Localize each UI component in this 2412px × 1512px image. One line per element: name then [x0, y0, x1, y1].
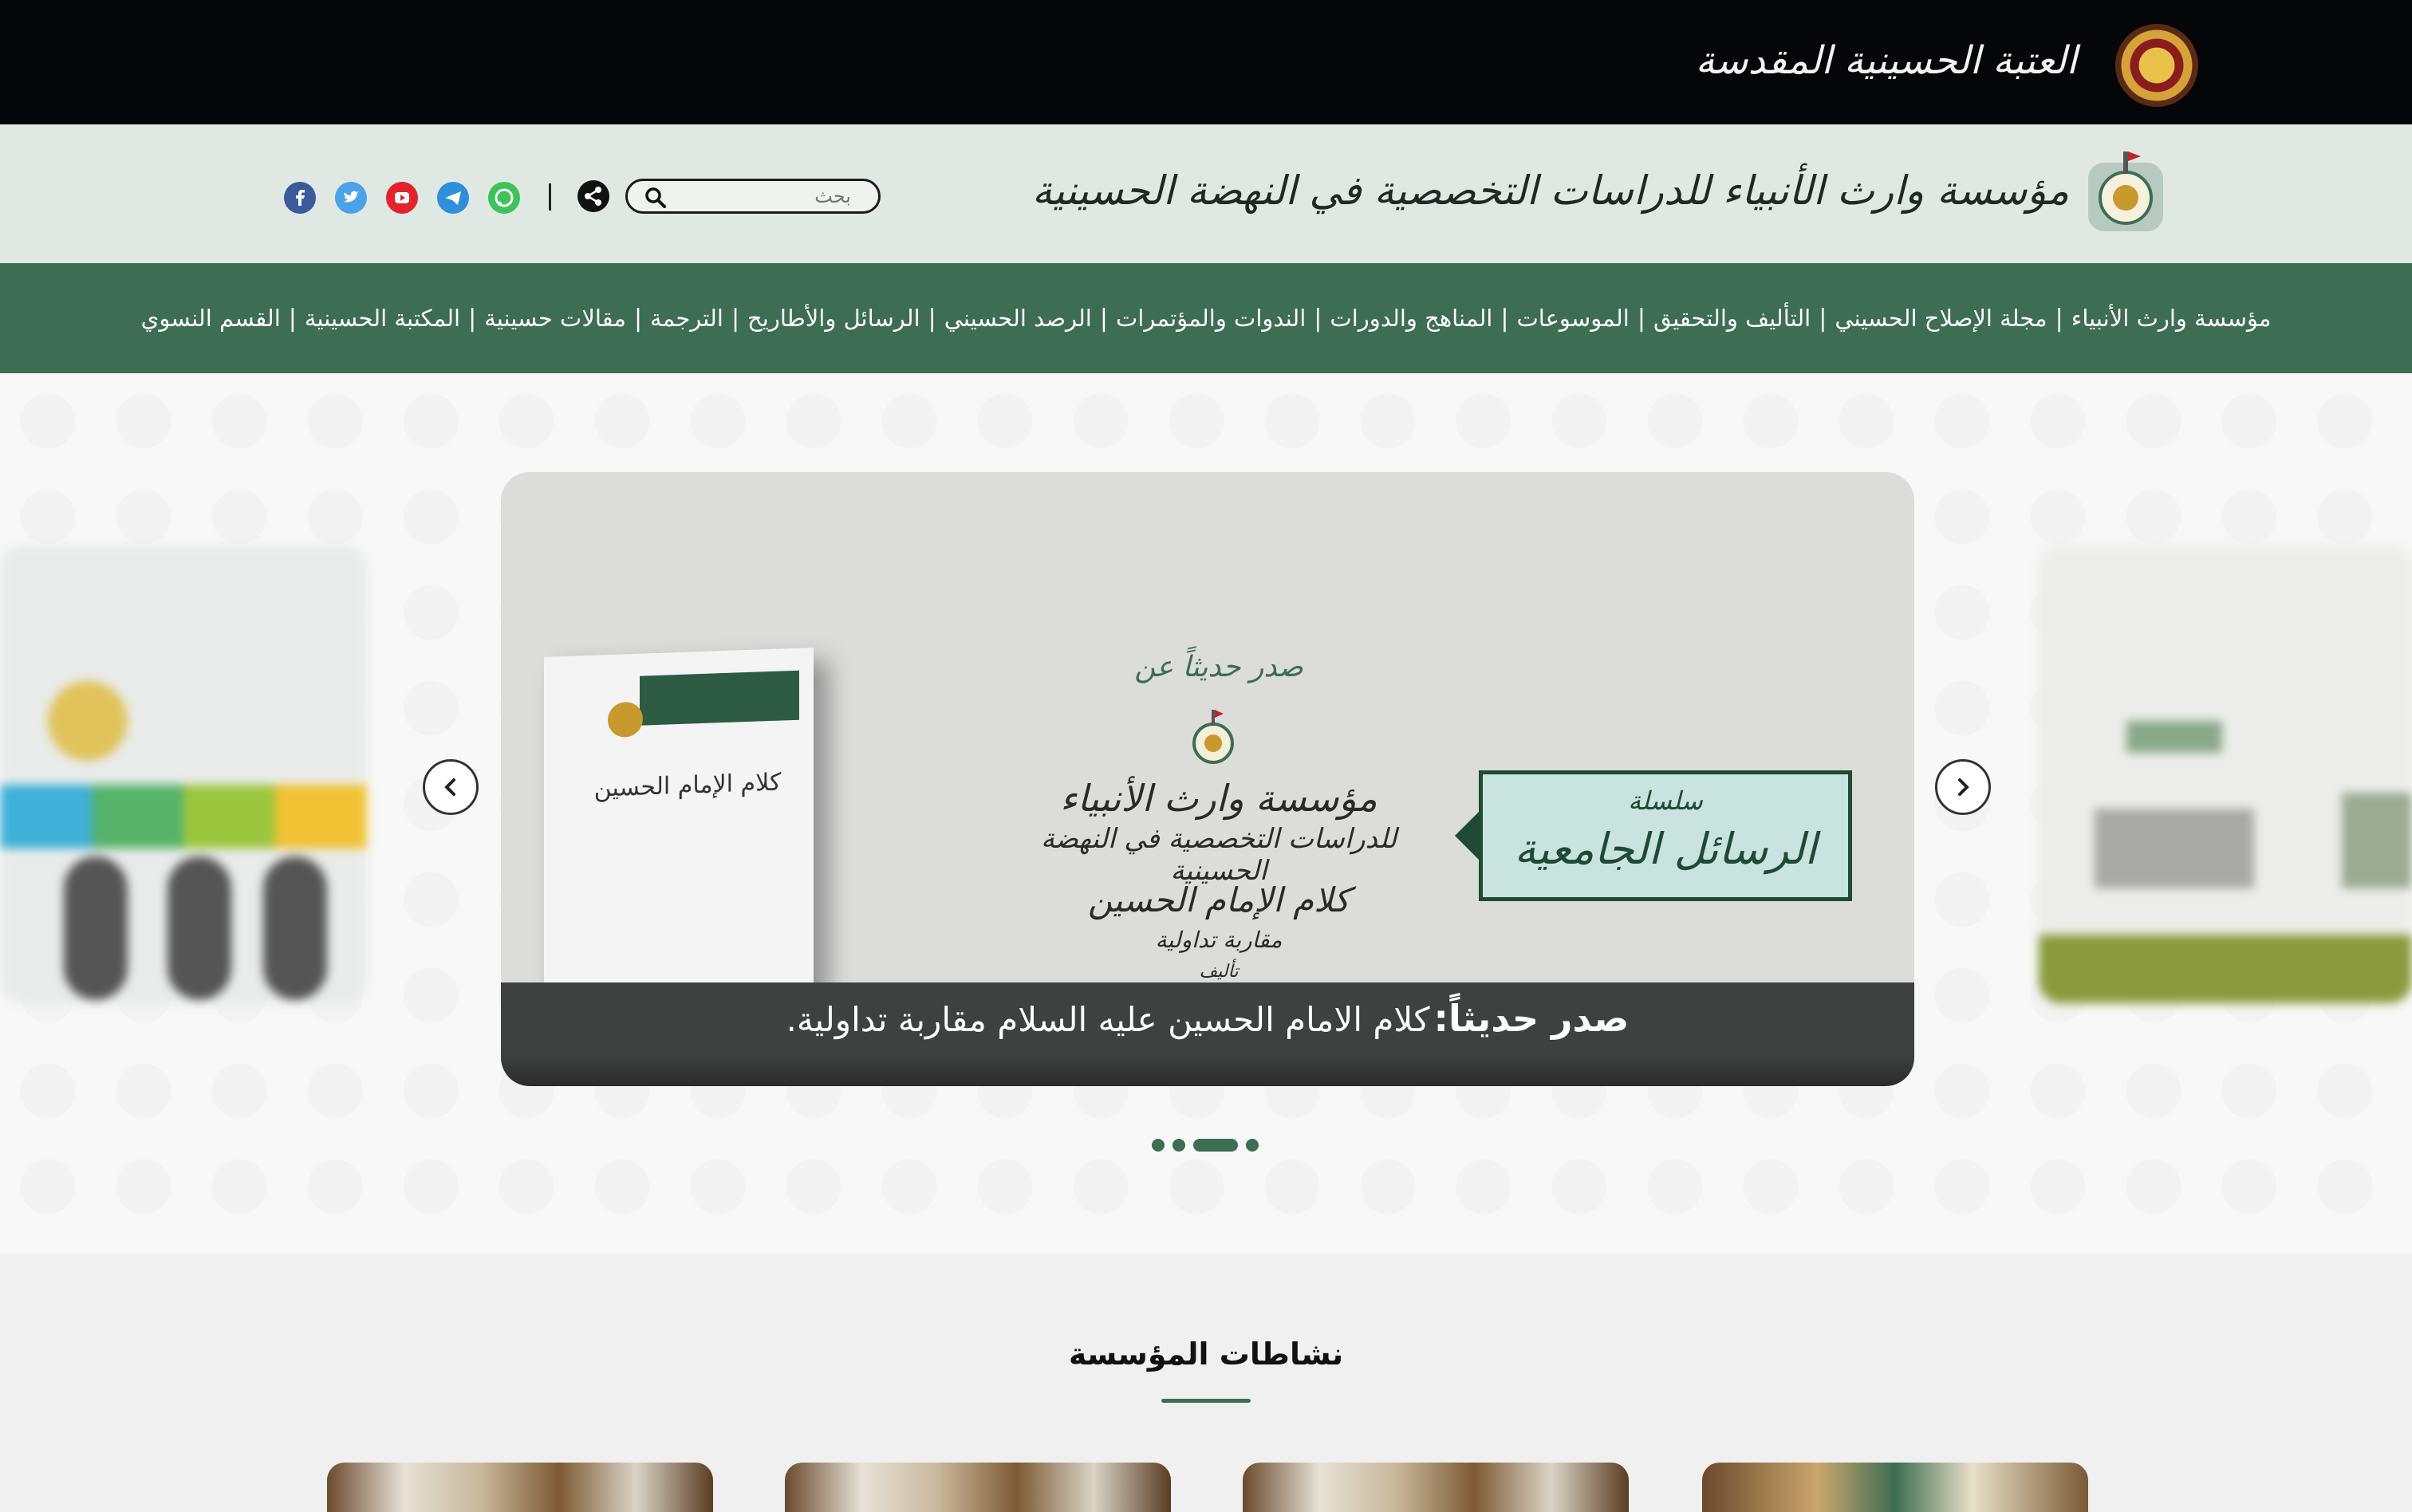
slide-book-title: كلام الإمام الحسين [1087, 880, 1350, 919]
nav-separator: | [1819, 304, 1827, 333]
slide-caption[interactable]: صدر حديثاً: كلام الامام الحسين عليه السل… [501, 982, 1914, 1086]
institution-logo[interactable] [2082, 147, 2170, 238]
slide-book-subtitle: مقاربة تداولية [1155, 927, 1283, 953]
nav-separator: | [1314, 304, 1322, 333]
activity-thumbnail[interactable] [785, 1463, 1171, 1512]
whatsapp-icon[interactable] [488, 182, 520, 214]
shrine-logo[interactable] [2115, 24, 2198, 107]
activities-title-underline [1161, 1399, 1251, 1403]
search-input[interactable] [676, 184, 851, 208]
activity-thumbnail[interactable] [1243, 1463, 1629, 1512]
slide-institution-line2: للدراسات التخصصية في النهضة الحسينية [1040, 823, 1397, 887]
nav-separator: | [468, 304, 477, 333]
activity-thumbnail[interactable] [1702, 1463, 2088, 1512]
slider-pagination [1152, 1137, 1259, 1153]
nav-separator: | [2055, 304, 2063, 333]
slider-dot-active[interactable] [1193, 1139, 1238, 1152]
search-icon[interactable] [644, 186, 668, 210]
nav-item-authoring[interactable]: التأليف والتحقيق [1649, 305, 1815, 332]
telegram-icon[interactable] [437, 182, 469, 214]
nav-separator: | [288, 304, 297, 333]
nav-item-library[interactable]: المكتبة الحسينية [300, 305, 465, 332]
institution-name[interactable]: مؤسسة وارث الأنبياء للدراسات التخصصية في… [1032, 167, 2071, 214]
book-cover-title: كلام الإمام الحسين [593, 768, 782, 803]
nav-item-theses[interactable]: الرسائل والأطاريح [743, 305, 925, 332]
site-header: مؤسسة وارث الأنبياء للدراسات التخصصية في… [0, 124, 2412, 263]
slide-author-label: تأليف [1199, 962, 1239, 982]
nav-separator: | [928, 304, 936, 333]
issued-from-text: صدر حديثاً عن [1134, 651, 1303, 683]
nav-separator: | [1099, 304, 1108, 333]
series-box: سلسلة الرسائل الجامعية [1479, 770, 1852, 901]
slider-dot[interactable] [1152, 1139, 1165, 1152]
header-divider [549, 183, 551, 211]
chevron-right-icon[interactable] [1935, 759, 1991, 815]
nav-item-articles[interactable]: مقالات حسينية [479, 305, 631, 332]
hero-slider: كلام الإمام الحسين صدر حديثاً عن مؤسسة و… [0, 373, 2412, 1254]
youtube-icon[interactable] [386, 182, 418, 214]
slide-next-preview[interactable] [2039, 545, 2412, 1003]
activities-title: نشاطات المؤسسة [1068, 1337, 1344, 1372]
nav-separator: | [731, 304, 740, 333]
slide-caption-bold: صدر حديثاً: [1433, 997, 1630, 1040]
nav-separator: | [1637, 304, 1645, 333]
slider-dot[interactable] [1246, 1139, 1259, 1152]
nav-separator: | [1500, 304, 1509, 333]
nav-item-conferences[interactable]: الندوات والمؤتمرات [1111, 305, 1310, 332]
slide-caption-text: كلام الامام الحسين عليه السلام مقاربة تد… [786, 1000, 1430, 1039]
nav-item-encyclopedias[interactable]: الموسوعات [1511, 305, 1634, 332]
slide-institution-logo [1192, 710, 1234, 764]
nav-item-monitoring[interactable]: الرصد الحسيني [940, 305, 1097, 332]
nav-item-curricula[interactable]: المناهج والدورات [1325, 305, 1497, 332]
nav-item-magazine[interactable]: مجلة الإصلاح الحسيني [1830, 305, 2051, 332]
main-nav: مؤسسة وارث الأنبياء | مجلة الإصلاح الحسي… [0, 263, 2412, 373]
chevron-left-icon[interactable] [423, 759, 479, 815]
series-name: الرسائل الجامعية [1514, 824, 1817, 874]
facebook-icon[interactable] [284, 182, 316, 214]
slide-prev-preview[interactable] [0, 545, 367, 1003]
nav-item-translation[interactable]: الترجمة [645, 305, 728, 332]
twitter-icon[interactable] [335, 182, 367, 214]
series-box-pointer [1455, 812, 1479, 860]
activities-section: نشاطات المؤسسة [0, 1254, 2412, 1512]
slider-dot[interactable] [1172, 1139, 1185, 1152]
nav-item-women[interactable]: القسم النسوي [136, 305, 286, 332]
slide-current[interactable]: كلام الإمام الحسين صدر حديثاً عن مؤسسة و… [501, 472, 1914, 1086]
slide-institution-line1: مؤسسة وارث الأنبياء [1060, 777, 1377, 820]
nav-item-institution[interactable]: مؤسسة وارث الأنبياء [2067, 305, 2276, 332]
nav-separator: | [633, 304, 643, 333]
search-box[interactable] [625, 179, 881, 214]
share-icon[interactable] [577, 180, 609, 212]
series-label: سلسلة [1628, 786, 1703, 816]
shrine-name[interactable]: العتبة الحسينية المقدسة [1696, 38, 2079, 83]
top-bar: العتبة الحسينية المقدسة [0, 0, 2412, 124]
activity-thumbnail[interactable] [327, 1463, 713, 1512]
